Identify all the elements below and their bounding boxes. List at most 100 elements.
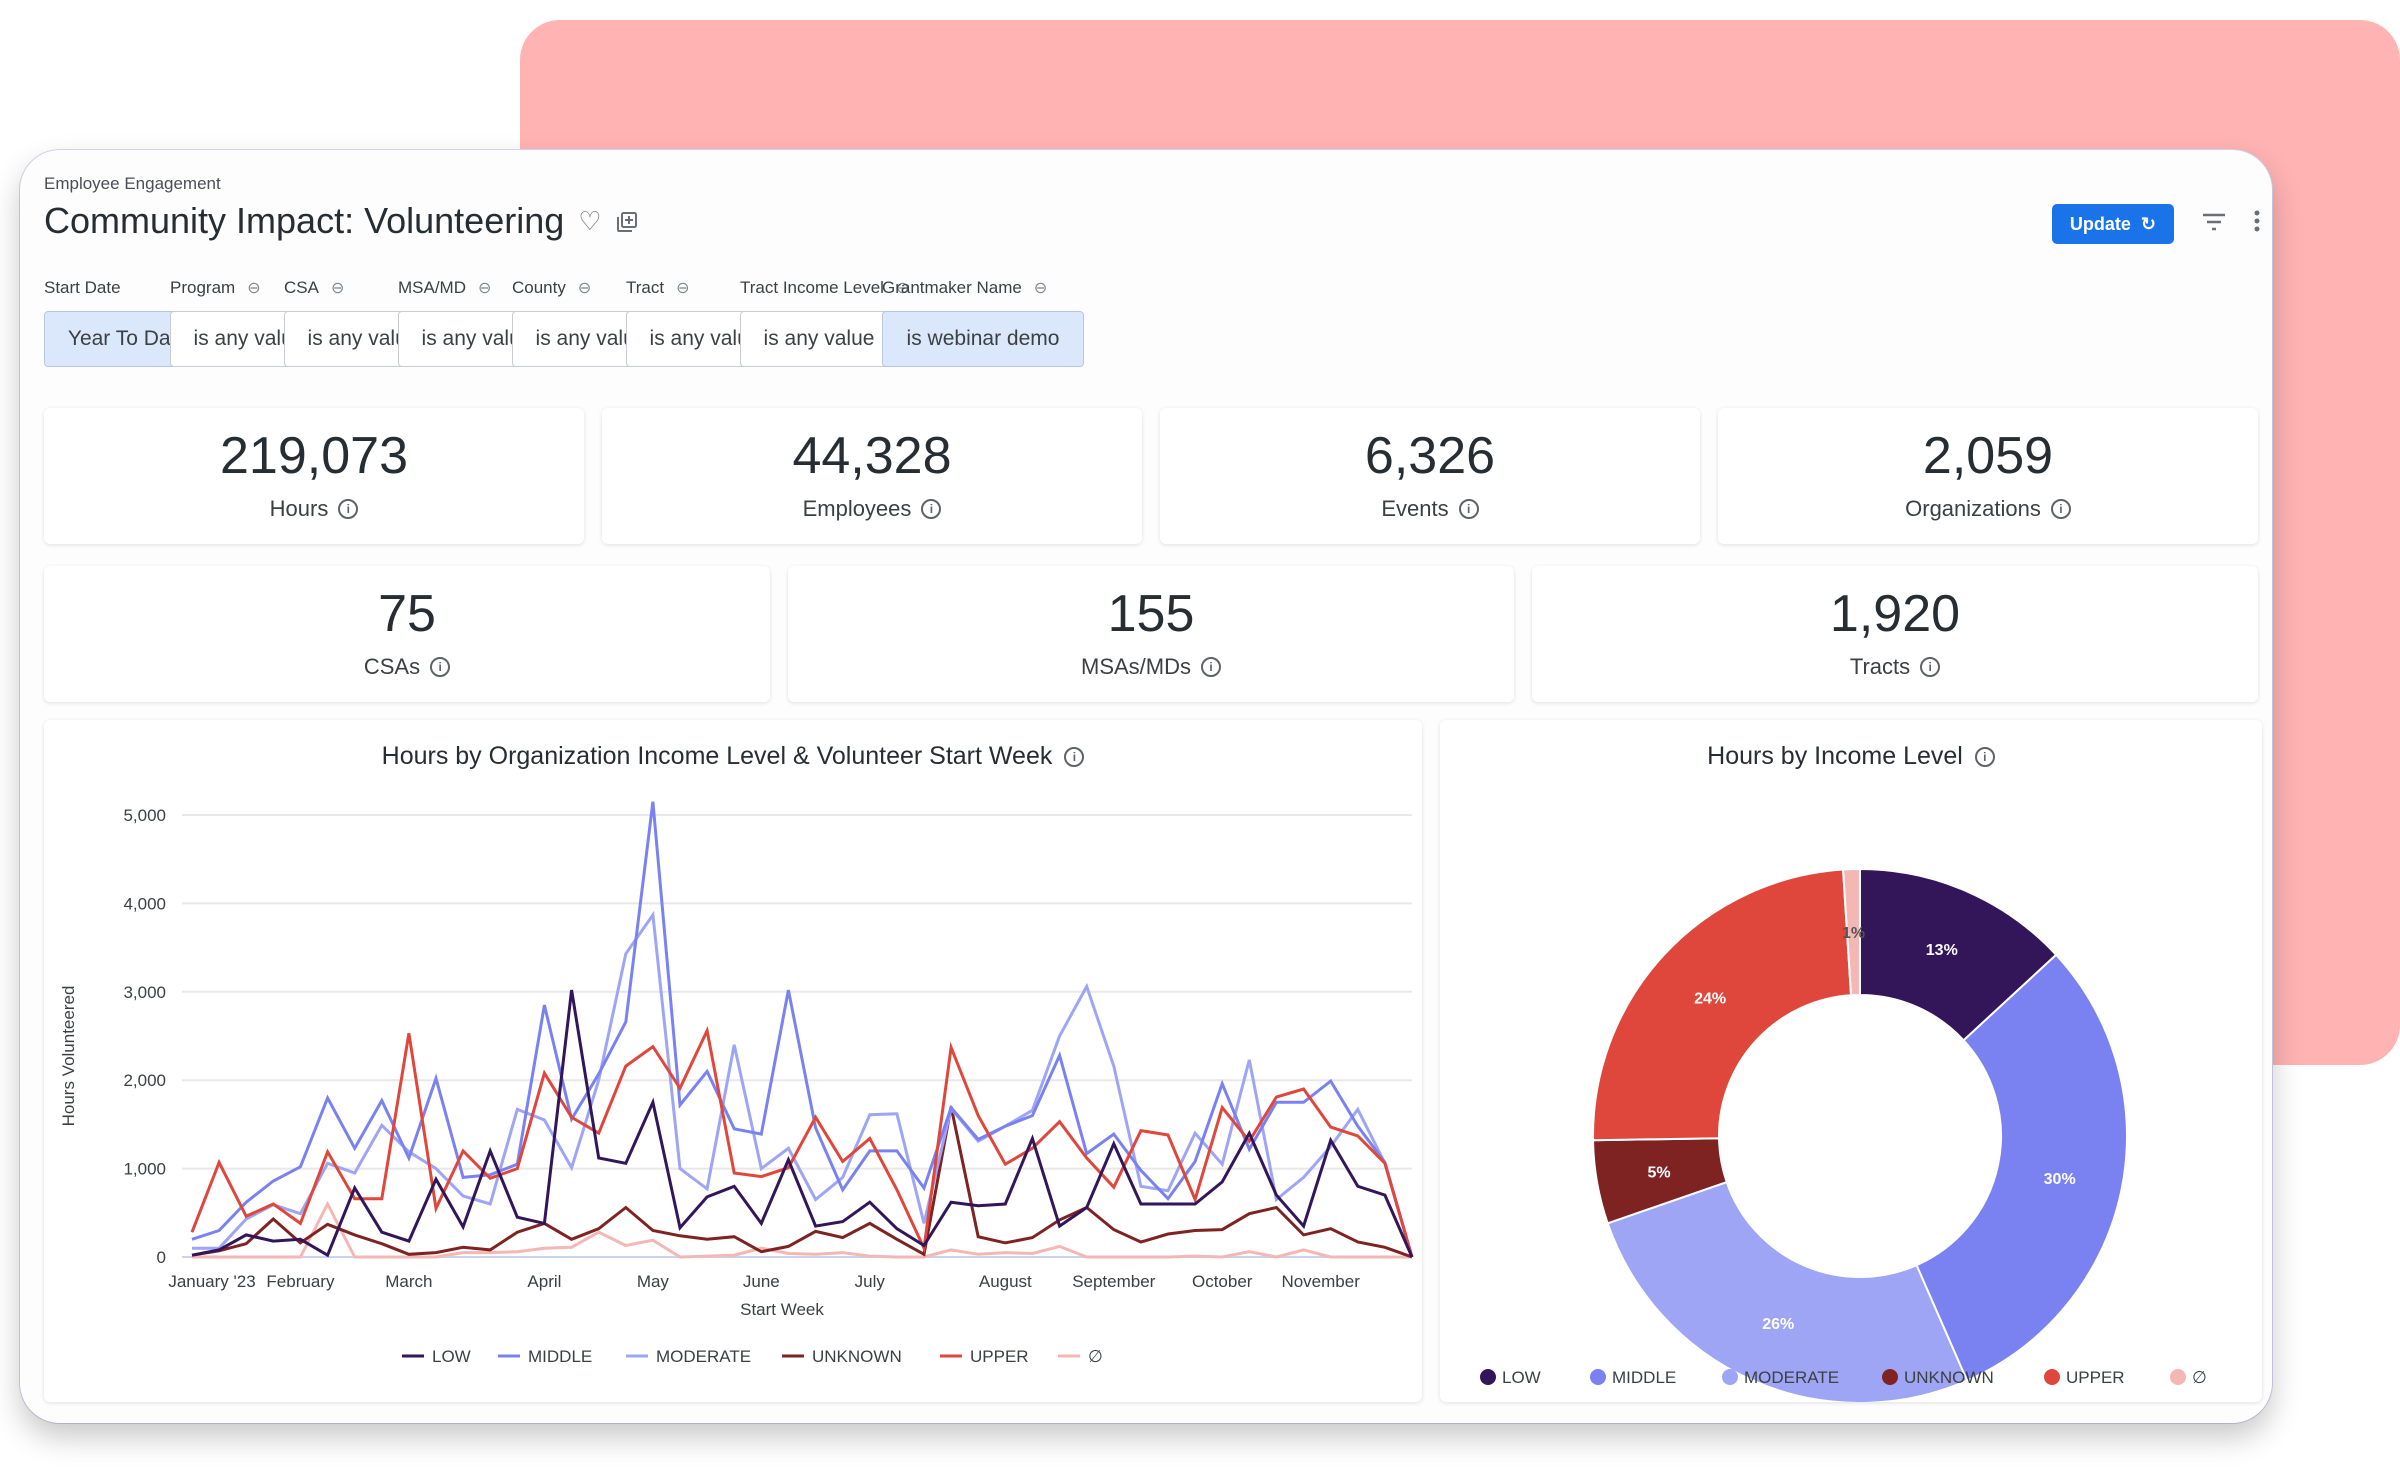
x-tick-label: October [1192,1272,1253,1291]
filter-value-button[interactable]: is webinar demo [882,311,1084,367]
link-icon[interactable]: ⊖ [478,278,491,298]
info-icon[interactable]: i [921,499,942,519]
x-tick-label: March [385,1272,432,1291]
kpi-tile-organizations[interactable]: 2,059 Organizations i [1718,408,2258,544]
kpi-value: 44,328 [792,427,952,485]
x-tick-label: May [637,1272,670,1291]
series-line-middle[interactable] [191,801,1414,1258]
kpi-tile-hours[interactable]: 219,073 Hours i [44,408,584,544]
y-tick-label: 5,000 [123,806,166,825]
filter-icon[interactable] [2202,210,2226,238]
link-icon[interactable]: ⊖ [247,278,260,298]
legend-dot [1722,1369,1738,1385]
slice-label: 24% [1694,991,1726,1008]
series-line-unknown[interactable] [191,1106,1413,1259]
legend-dot [1590,1369,1606,1385]
legend-label[interactable]: UPPER [2066,1368,2125,1387]
y-tick-label: 2,000 [123,1071,166,1090]
kpi-label-row: Tracts i [1532,654,2258,680]
kpi-label-row: Organizations i [1718,496,2258,522]
slice-label: 1% [1842,925,1865,942]
kpi-tile-msas-mds[interactable]: 155 MSAs/MDs i [788,566,1514,702]
kpi-label-row: Hours i [44,496,584,522]
kpi-value: 1,920 [1829,585,1961,643]
link-icon[interactable]: ⊖ [578,278,591,298]
update-button[interactable]: Update ↻ [2051,204,2174,244]
breadcrumb[interactable]: Employee Engagement [44,174,221,194]
info-icon[interactable]: i [430,657,451,677]
kpi-value: 2,059 [1922,427,2054,485]
x-tick-label: January '23 [168,1272,255,1291]
slice-label: 5% [1648,1164,1671,1181]
x-tick-label: April [527,1272,561,1291]
filter-label-text: CSA [284,278,319,297]
kpi-value: 219,073 [220,427,408,485]
legend-dot [1882,1369,1898,1385]
page-title: Community Impact: Volunteering [44,200,565,241]
legend-label[interactable]: UNKNOWN [1904,1368,1994,1387]
x-tick-label: August [979,1272,1032,1291]
kpi-label-row: MSAs/MDs i [788,654,1514,680]
kpi-label: Events [1381,496,1449,521]
legend-dot [2044,1369,2060,1385]
legend-label[interactable]: MIDDLE [528,1347,592,1366]
y-tick-label: 0 [157,1248,166,1267]
y-tick-label: 3,000 [123,983,166,1002]
legend-label[interactable]: MODERATE [1744,1368,1839,1387]
filter-label: Grantmaker Name ⊖ [882,277,1084,299]
filter-label-text: Tract [626,278,665,297]
filter-grantmaker-name: Grantmaker Name ⊖ is webinar demo [882,277,1084,367]
add-to-board-icon[interactable] [616,200,638,242]
kpi-value: 75 [378,585,436,643]
link-icon[interactable]: ⊖ [1034,278,1047,298]
legend-label[interactable]: ∅ [1088,1347,1103,1366]
kpi-tile-tracts[interactable]: 1,920 Tracts i [1532,566,2258,702]
info-icon[interactable]: i [2050,499,2071,519]
kpi-label: Tracts [1849,654,1911,679]
link-icon[interactable]: ⊖ [331,278,344,298]
filter-label-text: Start Date [44,278,121,297]
x-tick-label: February [266,1272,335,1291]
line-chart-panel: Hours by Organization Income Level & Vol… [44,720,1422,1402]
filter-label-text: Tract Income Level [740,278,884,297]
kpi-label: CSAs [363,654,421,679]
legend-label[interactable]: UPPER [970,1347,1029,1366]
donut-chart: 13% 30% 26% 5% 24% 1% LOW MIDDLE MODERATE UNKNOWN… [1480,867,2207,1402]
y-tick-label: 1,000 [123,1160,166,1179]
kpi-label-row: Employees i [602,496,1142,522]
legend-label[interactable]: LOW [432,1347,471,1366]
series-line-low[interactable] [191,989,1414,1258]
legend-label[interactable]: LOW [1502,1368,1541,1387]
dashboard-window: Employee Engagement Community Impact: Vo… [20,150,2272,1423]
kpi-label-row: Events i [1160,496,1700,522]
more-vert-icon[interactable] [2254,210,2260,239]
legend-label[interactable]: MODERATE [656,1347,751,1366]
kpi-label: Hours [269,496,329,521]
y-tick-label: 4,000 [123,894,166,913]
info-icon[interactable]: i [1920,657,1941,677]
filter-value-button[interactable]: is any value [740,311,898,367]
legend-label[interactable]: UNKNOWN [812,1347,902,1366]
link-icon[interactable]: ⊖ [676,278,689,298]
legend-label[interactable]: ∅ [2192,1368,2207,1387]
kpi-tile-employees[interactable]: 44,328 Employees i [602,408,1142,544]
slice-label: 13% [1926,942,1958,959]
kpi-tile-events[interactable]: 6,326 Events i [1160,408,1700,544]
kpi-value: 155 [1107,585,1195,643]
info-icon[interactable]: i [338,499,359,519]
x-tick-label: September [1072,1272,1155,1291]
slice-label: 30% [2044,1171,2076,1188]
filter-label-text: County [512,278,566,297]
donut-chart-panel: Hours by Income Level i 13% 30% 26% 5% 24% 1%… [1440,720,2262,1402]
series-line-moderate[interactable] [192,910,1414,1258]
info-icon[interactable]: i [1458,499,1479,519]
kpi-label: Organizations [1905,496,2041,521]
legend-dot [2170,1369,2186,1385]
series-line-null[interactable] [192,1200,1412,1259]
kpi-tile-csas[interactable]: 75 CSAs i [44,566,770,702]
heart-outline-icon[interactable]: ♡ [578,206,601,237]
x-tick-label: November [1281,1272,1360,1291]
kpi-label: Employees [802,496,912,521]
info-icon[interactable]: i [1201,657,1221,677]
legend-label[interactable]: MIDDLE [1612,1368,1676,1387]
